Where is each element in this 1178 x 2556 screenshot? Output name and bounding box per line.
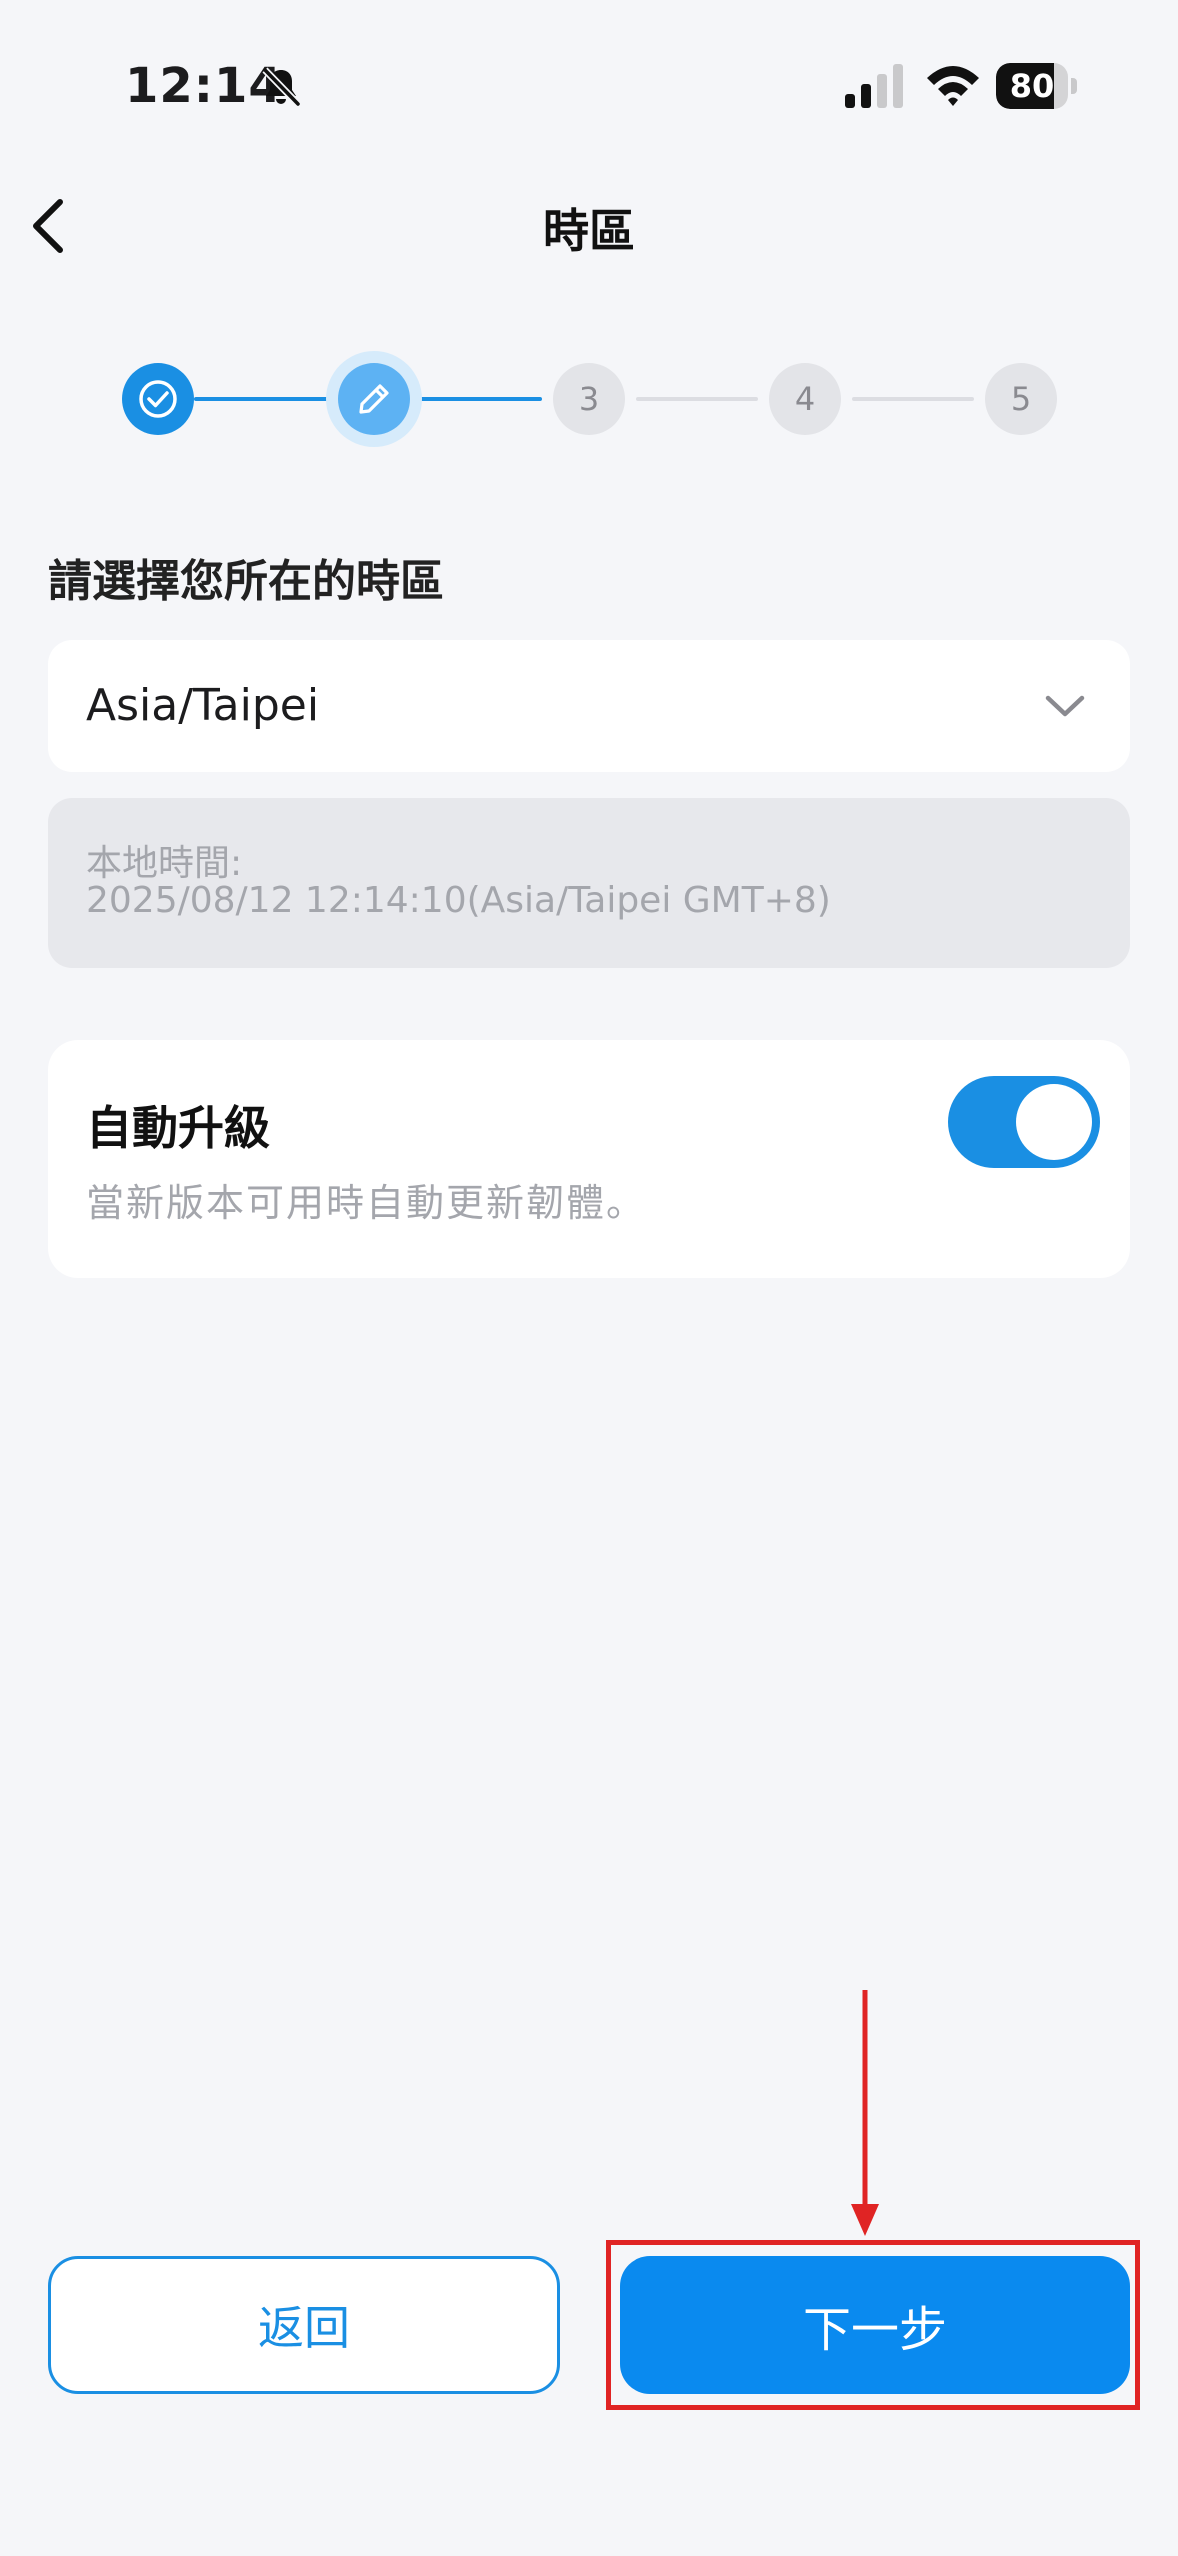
next-button[interactable]: 下一步 <box>620 2256 1130 2394</box>
step-1 <box>122 363 194 435</box>
auto-upgrade-card: 自動升級 當新版本可用時自動更新韌體。 <box>48 1040 1130 1278</box>
local-time-box: 本地時間: 2025/08/12 12:14:10(Asia/Taipei GM… <box>48 798 1130 968</box>
step-4: 4 <box>769 363 841 435</box>
step-3: 3 <box>553 363 625 435</box>
timezone-select[interactable]: Asia/Taipei <box>48 640 1130 772</box>
wifi-icon <box>927 66 979 106</box>
step-2 <box>338 363 410 435</box>
timezone-label: 請選擇您所在的時區 <box>48 556 444 607</box>
cellular-signal-icon <box>845 64 903 108</box>
battery-tip <box>1071 78 1077 94</box>
step-connector <box>420 397 542 401</box>
annotation-arrow-icon <box>851 1990 879 2236</box>
auto-upgrade-toggle[interactable] <box>948 1076 1100 1168</box>
battery-icon: 80 <box>996 63 1078 109</box>
step-connector <box>636 397 758 401</box>
back-button[interactable]: 返回 <box>48 2256 560 2394</box>
bell-slash-icon <box>262 67 301 107</box>
step-connector <box>194 397 328 401</box>
timezone-selected-value: Asia/Taipei <box>86 680 320 731</box>
toggle-knob <box>1016 1084 1092 1160</box>
auto-upgrade-title: 自動升級 <box>86 1101 270 1155</box>
battery-body: 80 <box>996 63 1068 109</box>
check-circle-icon <box>139 380 177 418</box>
step-5: 5 <box>985 363 1057 435</box>
battery-percent: 80 <box>1009 67 1055 105</box>
local-time-value: 2025/08/12 12:14:10(Asia/Taipei GMT+8) <box>86 880 831 921</box>
auto-upgrade-description: 當新版本可用時自動更新韌體。 <box>86 1181 647 1225</box>
local-time-label: 本地時間: <box>86 843 243 884</box>
step-connector <box>852 397 974 401</box>
status-bar: 12:14 80 <box>0 0 1178 175</box>
page-title: 時區 <box>543 204 635 258</box>
chevron-down-icon <box>1045 695 1085 717</box>
pencil-icon <box>359 384 389 414</box>
